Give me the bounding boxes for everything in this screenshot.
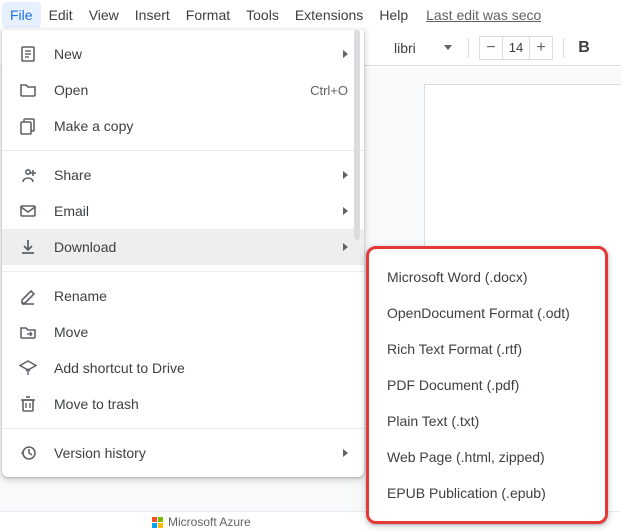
file-menu-move[interactable]: Move — [2, 314, 364, 350]
download-option[interactable]: Microsoft Word (.docx) — [369, 259, 605, 295]
menu-edit[interactable]: Edit — [41, 2, 81, 28]
download-submenu: Microsoft Word (.docx)OpenDocument Forma… — [366, 246, 608, 524]
file-menu-open[interactable]: OpenCtrl+O — [2, 72, 364, 108]
chevron-down-icon — [444, 45, 452, 50]
menu-format[interactable]: Format — [178, 2, 238, 28]
taskbar-azure[interactable]: Microsoft Azure — [152, 512, 251, 531]
last-edit-link[interactable]: Last edit was seco — [426, 7, 541, 23]
submenu-arrow-icon — [343, 207, 348, 215]
folder-icon — [18, 80, 38, 100]
file-menu-add-shortcut-to-drive[interactable]: Add shortcut to Drive — [2, 350, 364, 386]
file-menu-move-to-trash[interactable]: Move to trash — [2, 386, 364, 422]
menu-item-label: Email — [54, 203, 335, 219]
download-icon — [18, 237, 38, 257]
menu-extensions[interactable]: Extensions — [287, 2, 371, 28]
menu-view[interactable]: View — [81, 2, 127, 28]
scrollbar[interactable] — [354, 30, 360, 240]
file-menu-make-a-copy[interactable]: Make a copy — [2, 108, 364, 144]
share-icon — [18, 165, 38, 185]
download-option[interactable]: OpenDocument Format (.odt) — [369, 295, 605, 331]
menu-insert[interactable]: Insert — [127, 2, 178, 28]
copy-icon — [18, 116, 38, 136]
menu-item-label: Download — [54, 239, 335, 255]
trash-icon — [18, 394, 38, 414]
menu-item-shortcut: Ctrl+O — [310, 83, 348, 98]
download-option[interactable]: Plain Text (.txt) — [369, 403, 605, 439]
history-icon — [18, 443, 38, 463]
download-option[interactable]: Web Page (.html, zipped) — [369, 439, 605, 475]
download-option[interactable]: PDF Document (.pdf) — [369, 367, 605, 403]
menubar: File Edit View Insert Format Tools Exten… — [0, 0, 621, 30]
menu-item-label: Move — [54, 324, 348, 340]
file-menu-dropdown: New OpenCtrl+O Make a copy Share Email Downlo… — [2, 30, 364, 477]
menu-divider — [2, 271, 364, 272]
taskbar-item-label: Microsoft Azure — [168, 515, 251, 529]
font-family-value: libri — [394, 40, 416, 56]
menu-item-label: Move to trash — [54, 396, 348, 412]
rename-icon — [18, 286, 38, 306]
email-icon — [18, 201, 38, 221]
submenu-arrow-icon — [343, 50, 348, 58]
menu-divider — [2, 150, 364, 151]
menu-item-label: New — [54, 46, 335, 62]
microsoft-logo-icon — [152, 517, 163, 528]
submenu-arrow-icon — [343, 243, 348, 251]
menu-help[interactable]: Help — [371, 2, 416, 28]
menu-item-label: Rename — [54, 288, 348, 304]
toolbar-divider — [563, 38, 564, 58]
menu-item-label: Make a copy — [54, 118, 348, 134]
menu-tools[interactable]: Tools — [238, 2, 287, 28]
file-menu-version-history[interactable]: Version history — [2, 435, 364, 471]
submenu-arrow-icon — [343, 449, 348, 457]
font-size-increase[interactable]: + — [530, 37, 552, 59]
file-menu-email[interactable]: Email — [2, 193, 364, 229]
file-menu-download[interactable]: Download — [2, 229, 364, 265]
file-menu-share[interactable]: Share — [2, 157, 364, 193]
bold-button[interactable]: B — [574, 39, 594, 57]
font-size-value[interactable]: 14 — [502, 37, 530, 59]
menu-item-label: Share — [54, 167, 335, 183]
font-size-decrease[interactable]: − — [480, 37, 502, 59]
file-menu-rename[interactable]: Rename — [2, 278, 364, 314]
download-option[interactable]: EPUB Publication (.epub) — [369, 475, 605, 511]
submenu-arrow-icon — [343, 171, 348, 179]
menu-item-label: Open — [54, 82, 310, 98]
download-option[interactable]: Rich Text Format (.rtf) — [369, 331, 605, 367]
shortcut-icon — [18, 358, 38, 378]
font-family-selector[interactable]: libri — [388, 36, 458, 60]
font-size-stepper: − 14 + — [479, 36, 553, 60]
file-menu-new[interactable]: New — [2, 36, 364, 72]
menu-item-label: Version history — [54, 445, 335, 461]
toolbar-divider — [468, 38, 469, 58]
doc-icon — [18, 44, 38, 64]
menu-item-label: Add shortcut to Drive — [54, 360, 348, 376]
menu-divider — [2, 428, 364, 429]
move-icon — [18, 322, 38, 342]
menu-file[interactable]: File — [2, 2, 41, 28]
